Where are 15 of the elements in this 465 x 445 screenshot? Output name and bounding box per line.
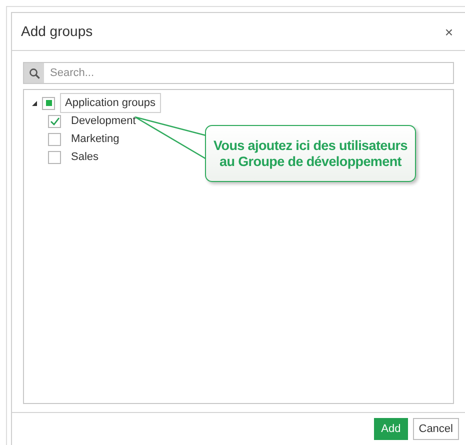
cancel-button[interactable]: Cancel bbox=[412, 418, 459, 440]
tree-item[interactable]: Sales bbox=[66, 146, 104, 168]
tree-item[interactable]: Development bbox=[66, 110, 141, 132]
dialog-title: Add groups bbox=[21, 22, 93, 41]
close-button[interactable]: × bbox=[444, 24, 453, 38]
callout-text: Vous ajoutez ici des utilisateurs au Groupe de développement bbox=[214, 138, 408, 170]
checkbox[interactable] bbox=[48, 150, 61, 164]
checked-checkbox[interactable] bbox=[48, 114, 61, 128]
partial-checkbox[interactable] bbox=[42, 96, 55, 110]
search-icon bbox=[28, 68, 40, 78]
expanded-triangle-icon[interactable] bbox=[32, 100, 37, 106]
tree-item[interactable]: Application groups bbox=[60, 92, 161, 114]
search-button[interactable] bbox=[24, 63, 44, 83]
checkbox[interactable] bbox=[48, 132, 61, 146]
tree-item[interactable]: Marketing bbox=[66, 128, 124, 150]
